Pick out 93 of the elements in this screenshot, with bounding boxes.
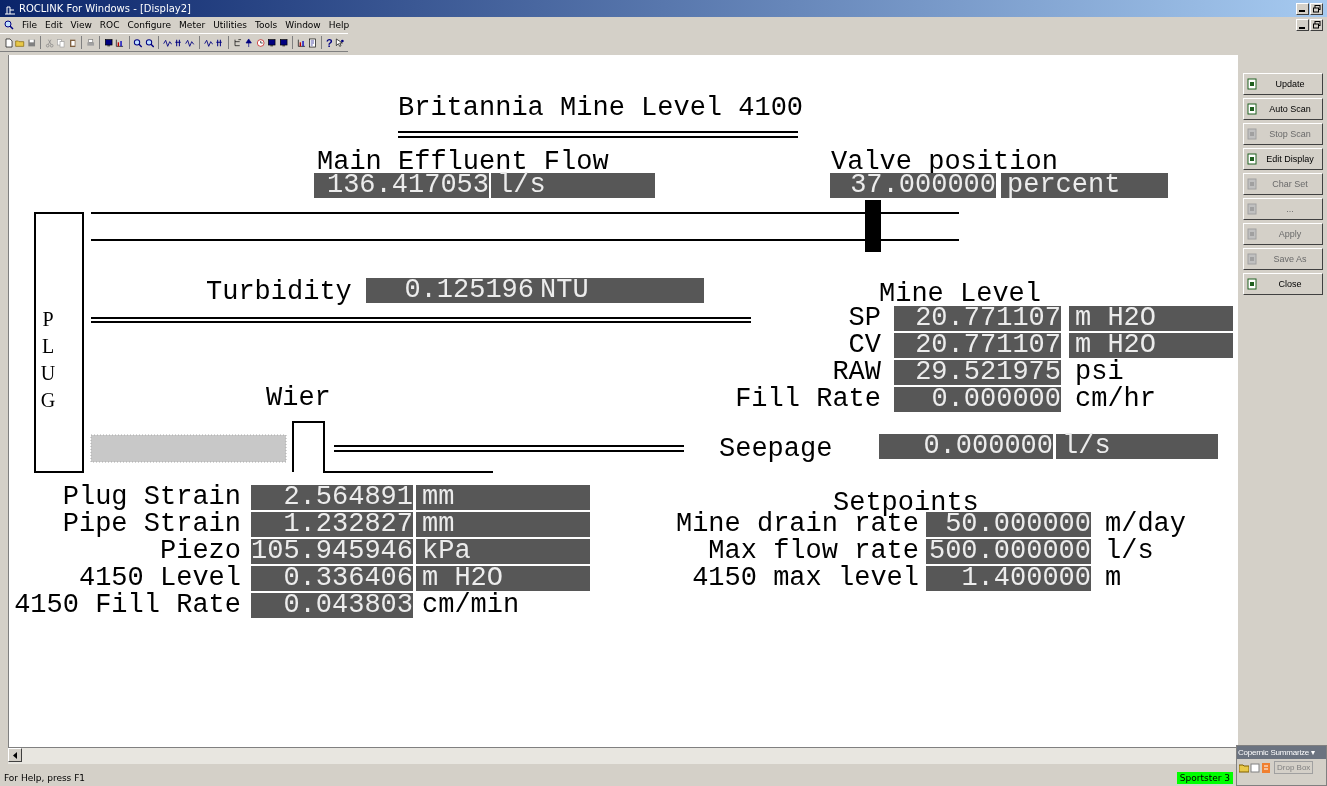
- help-button[interactable]: ?: [326, 36, 333, 49]
- button-glyph-icon: [1247, 128, 1257, 140]
- value-readout: 20.771107: [894, 333, 1061, 358]
- reading-label: 4150 Level: [77, 566, 241, 591]
- value-readout: 2.564891: [251, 485, 413, 510]
- setpoint-label: Max flow rate: [707, 539, 919, 564]
- button-glyph-icon: [1247, 253, 1257, 265]
- minimize-button[interactable]: [1296, 2, 1309, 15]
- scroll-left-button[interactable]: [8, 748, 22, 762]
- unit-label: kPa: [416, 539, 590, 564]
- value-readout: 500.000000: [926, 539, 1091, 564]
- button-glyph-icon: [1247, 153, 1257, 165]
- sidebar-button[interactable]: Update: [1243, 73, 1323, 95]
- unit-label: m H2O: [416, 566, 590, 591]
- reading-label: Plug Strain: [61, 485, 241, 510]
- valve-icon: [865, 200, 881, 252]
- button-glyph-icon: [1247, 203, 1257, 215]
- value-readout: 136.417053: [314, 173, 489, 198]
- value-readout: 0.336406: [251, 566, 413, 591]
- toolbar-title[interactable]: Copernic Summarize ▾: [1237, 746, 1326, 759]
- value-readout: 0.000000: [894, 387, 1061, 412]
- menu-item[interactable]: ROC: [99, 20, 120, 30]
- turbidity-label: Turbidity: [206, 280, 352, 305]
- status-text: For Help, press F1: [3, 773, 87, 783]
- reading-label: 4150 Fill Rate: [13, 593, 241, 618]
- value-readout: 0.125196: [366, 278, 534, 303]
- unit-label: NTU: [534, 278, 704, 303]
- value-readout: 0.043803: [251, 593, 413, 618]
- seepage-label: Seepage: [719, 437, 833, 462]
- new-file-icon[interactable]: [4, 35, 14, 50]
- sidebar-button[interactable]: Edit Display: [1243, 148, 1323, 170]
- menu-item[interactable]: View: [70, 20, 92, 30]
- left-arrow-icon: [13, 751, 17, 759]
- restore-icon: [1312, 21, 1321, 29]
- menu-item[interactable]: Edit: [45, 20, 63, 30]
- display-title: Britannia Mine Level 4100: [398, 96, 804, 121]
- button-glyph-icon: [1247, 178, 1257, 190]
- value-readout: 1.232827: [251, 512, 413, 537]
- button-glyph-icon: [1247, 78, 1257, 90]
- folder-icon[interactable]: [1239, 762, 1249, 773]
- button-glyph-icon: [1247, 103, 1257, 115]
- button-glyph-icon: [1247, 228, 1257, 240]
- reading-label: Piezo: [159, 539, 241, 564]
- restore-button[interactable]: [1310, 19, 1323, 31]
- menu-item[interactable]: Window: [285, 20, 321, 30]
- unit-label: psi: [1074, 360, 1124, 385]
- value-readout: 1.400000: [926, 566, 1091, 591]
- reading-label: SP: [847, 306, 881, 331]
- unit-label: mm: [416, 512, 590, 537]
- setpoint-label: 4150 max level: [691, 566, 919, 591]
- mine-level-title: Mine Level: [879, 282, 1042, 307]
- menu-item[interactable]: File: [22, 20, 38, 30]
- magnifier-icon: [4, 20, 14, 30]
- value-readout: 105.945946: [251, 539, 413, 564]
- unit-label: l/s: [1056, 434, 1218, 459]
- menu-item[interactable]: Help: [328, 20, 350, 30]
- document-icon[interactable]: [1250, 762, 1260, 773]
- reading-label: Pipe Strain: [61, 512, 241, 537]
- menu-item[interactable]: Meter: [179, 20, 206, 30]
- restore-button[interactable]: [1310, 2, 1323, 15]
- unit-label: m/day: [1104, 512, 1187, 537]
- unit-label: cm/hr: [1074, 387, 1157, 412]
- restore-icon: [1312, 4, 1321, 13]
- window-title: ROCLINK For Windows - [Display2]: [19, 3, 191, 14]
- horizontal-scrollbar[interactable]: [8, 747, 1236, 764]
- reading-label: RAW: [831, 360, 881, 385]
- reading-label: Fill Rate: [734, 387, 881, 412]
- unit-label: l/s: [491, 173, 655, 198]
- menu-item[interactable]: Tools: [255, 20, 278, 30]
- menu-item[interactable]: Configure: [127, 20, 172, 30]
- pointer-help-icon[interactable]: [334, 35, 345, 50]
- value-readout: 20.771107: [894, 306, 1061, 331]
- reading-label: CV: [847, 333, 881, 358]
- unit-label: l/s: [1104, 539, 1154, 564]
- value-readout: 0.000000: [879, 434, 1053, 459]
- unit-label: m H2O: [1069, 333, 1233, 358]
- minimize-button[interactable]: [1296, 19, 1309, 31]
- unit-label: m: [1104, 566, 1123, 591]
- unit-label: m H2O: [1069, 306, 1233, 331]
- unit-label: mm: [416, 485, 590, 510]
- sidebar-button[interactable]: Auto Scan: [1243, 98, 1323, 120]
- form-icon[interactable]: [307, 35, 318, 50]
- weir-label: Wier: [266, 386, 331, 411]
- plug-label: PLUG: [39, 307, 57, 413]
- value-readout: 29.521975: [894, 360, 1061, 385]
- modem-indicator: Sportster 3: [1176, 772, 1233, 784]
- unit-label: cm/min: [421, 593, 521, 618]
- value-readout: 37.000000: [830, 173, 996, 198]
- valve-label: Valve position: [831, 150, 1058, 175]
- sidebar-button[interactable]: Close: [1243, 273, 1323, 295]
- menu-item[interactable]: Utilities: [213, 20, 248, 30]
- button-glyph-icon: [1247, 278, 1257, 290]
- unit-label: percent: [1001, 173, 1168, 198]
